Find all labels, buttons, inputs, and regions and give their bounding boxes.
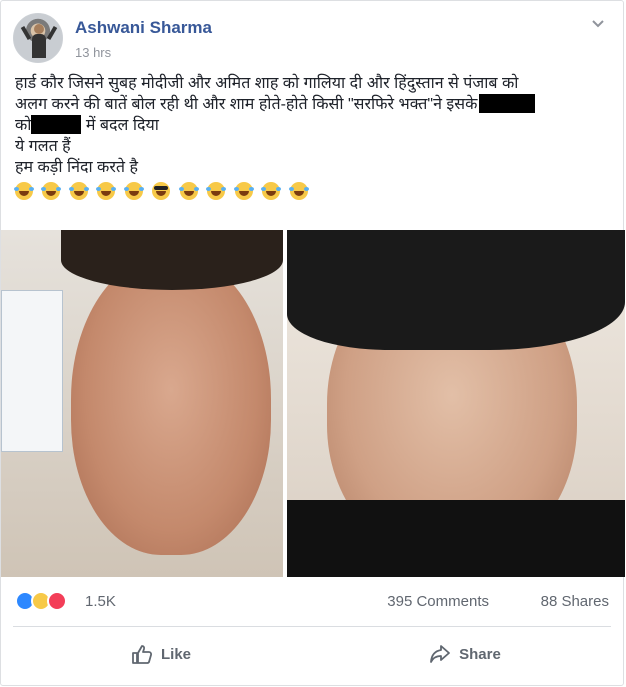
laughing-crying-emoji: [233, 181, 254, 200]
laughing-crying-emoji: [206, 181, 227, 200]
post-stats: 1.5K 395 Comments 88 Shares: [15, 589, 609, 613]
post-timestamp[interactable]: 13 hrs: [75, 45, 111, 60]
laughing-crying-emoji: [68, 181, 89, 200]
chevron-down-icon[interactable]: [591, 17, 605, 31]
post-photos[interactable]: [1, 230, 625, 577]
post-text-line: हार्ड कौर जिसने सुबह मोदीजी और अमित शाह …: [15, 75, 519, 92]
post-text-line: हम कड़ी निंदा करते है: [15, 159, 138, 176]
comments-count[interactable]: 395 Comments: [387, 593, 489, 610]
post-text-line: ये गलत हैं: [15, 138, 71, 155]
emoji-row: [14, 180, 615, 202]
like-label: Like: [160, 645, 191, 663]
post-actions: Like Share: [1, 629, 623, 679]
post-text-line: को में बदल दिया: [15, 115, 615, 136]
redaction-box: [479, 94, 536, 113]
laughing-crying-emoji: [96, 181, 117, 200]
post-text: हार्ड कौर जिसने सुबह मोदीजी और अमित शाह …: [14, 73, 615, 202]
post-text-fragment: को: [15, 117, 32, 134]
divider: [13, 626, 611, 627]
avatar[interactable]: [13, 13, 63, 63]
laughing-crying-emoji: [41, 181, 62, 200]
reaction-count[interactable]: 1.5K: [85, 593, 116, 610]
post-text-fragment: अलग करने की बातें बोल रही थी और शाम होते…: [15, 96, 478, 113]
share-arrow-icon: [430, 645, 451, 663]
post-text-fragment: में बदल दिया: [85, 117, 159, 134]
author-name[interactable]: Ashwani Sharma: [75, 18, 212, 38]
laughing-crying-emoji: [14, 181, 34, 200]
love-reaction-icon: [47, 591, 67, 611]
shares-count[interactable]: 88 Shares: [541, 593, 609, 610]
laughing-crying-emoji: [288, 181, 309, 200]
thumbs-up-icon: [132, 645, 153, 664]
post-text-line: अलग करने की बातें बोल रही थी और शाम होते…: [15, 94, 615, 115]
photo-left[interactable]: [1, 230, 283, 577]
post-header: Ashwani Sharma 13 hrs: [13, 13, 611, 65]
laughing-crying-emoji: [261, 181, 282, 200]
laughing-crying-emoji: [123, 181, 144, 200]
facebook-post: Ashwani Sharma 13 hrs हार्ड कौर जिसने सु…: [0, 0, 625, 686]
share-label: Share: [459, 645, 501, 663]
share-button[interactable]: Share: [365, 635, 565, 673]
laughing-crying-emoji: [178, 181, 199, 200]
photo-right[interactable]: [287, 230, 625, 577]
like-button[interactable]: Like: [61, 635, 261, 673]
sunglasses-emoji: [152, 181, 171, 200]
redaction-box: [31, 115, 82, 134]
